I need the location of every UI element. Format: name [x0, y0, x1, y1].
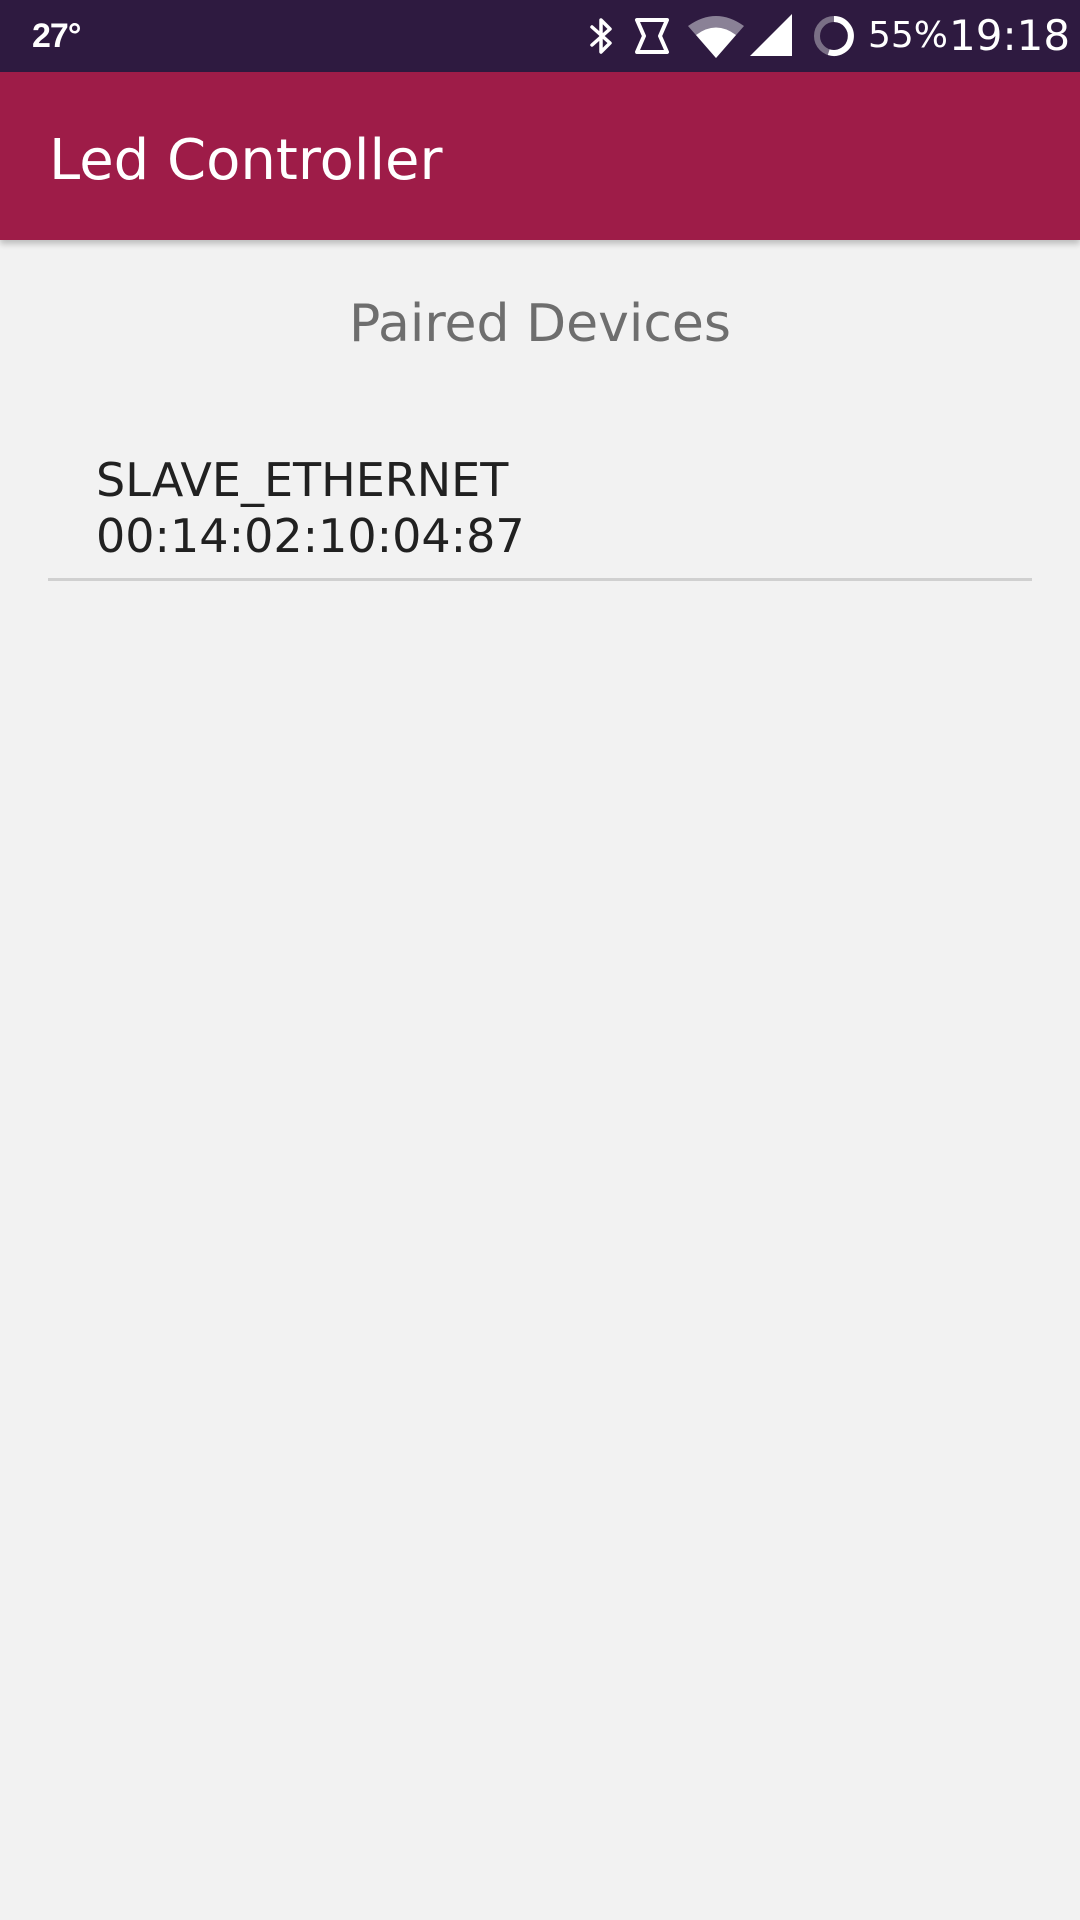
app-title: Led Controller: [49, 128, 443, 193]
paired-device-list: SLAVE_ETHERNET 00:14:02:10:04:87: [48, 440, 1032, 581]
status-temperature: 27°: [32, 17, 81, 55]
device-address: 00:14:02:10:04:87: [96, 509, 525, 563]
wifi-icon: [686, 14, 746, 58]
cell-signal-icon: [748, 14, 794, 58]
app-bar: Led Controller: [0, 72, 1080, 240]
battery-percent: 55%: [868, 15, 949, 56]
bluetooth-icon: [588, 14, 616, 58]
status-bar: 27° 55% 19:18: [0, 0, 1080, 72]
section-title: Paired Devices: [348, 294, 732, 354]
nfc-icon: [632, 14, 672, 58]
device-name: SLAVE_ETHERNET: [96, 453, 509, 507]
status-time: 19:18: [949, 11, 1071, 60]
list-item[interactable]: SLAVE_ETHERNET 00:14:02:10:04:87: [48, 440, 1032, 581]
battery-ring-icon: [810, 14, 858, 58]
screen: 27° 55% 19:18 Led Controller Paired Devi…: [0, 0, 1080, 1920]
